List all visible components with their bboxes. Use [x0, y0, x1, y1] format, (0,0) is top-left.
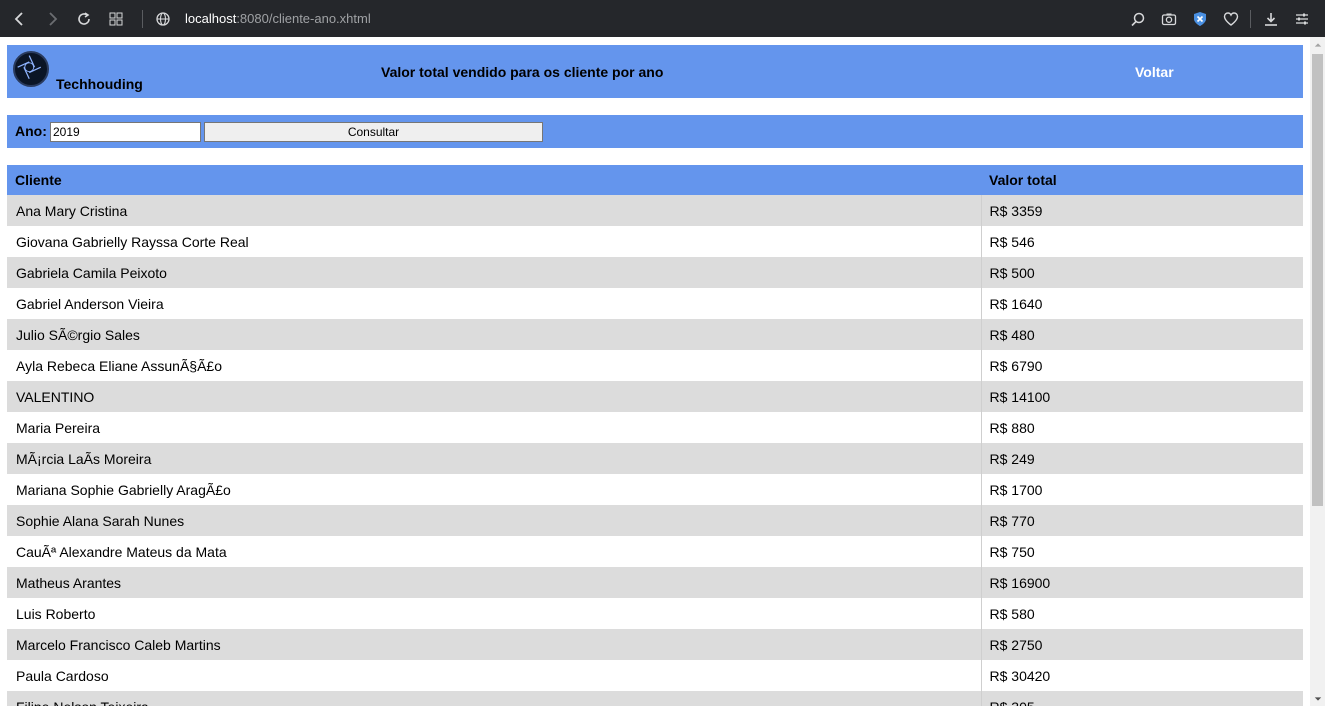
client-name-cell: Matheus Arantes: [7, 567, 981, 598]
page-title: Valor total vendido para os cliente por …: [381, 64, 664, 80]
page-viewport: Techhouding Valor total vendido para os …: [0, 37, 1310, 706]
table-row: Sophie Alana Sarah Nunes R$ 770: [7, 505, 1303, 536]
total-value-cell: R$ 770: [980, 505, 1303, 536]
total-value-cell: R$ 16900: [980, 567, 1303, 598]
year-filter-form: Ano: Consultar: [7, 115, 1303, 148]
total-value-cell: R$ 1640: [980, 288, 1303, 319]
back-link[interactable]: Voltar: [1135, 64, 1174, 80]
client-name-cell: Paula Cardoso: [7, 660, 981, 691]
table-row: MÃ¡rcia LaÃ­s Moreira R$ 249: [7, 443, 1303, 474]
total-value-cell: R$ 546: [980, 226, 1303, 257]
consult-button[interactable]: Consultar: [204, 122, 543, 142]
client-name-cell: Gabriela Camila Peixoto: [7, 257, 981, 288]
scroll-down-arrow-icon[interactable]: [1310, 691, 1325, 706]
heart-icon[interactable]: [1215, 0, 1246, 37]
total-value-cell: R$ 30420: [980, 660, 1303, 691]
client-name-cell: Gabriel Anderson Vieira: [7, 288, 981, 319]
page-header: Techhouding Valor total vendido para os …: [7, 45, 1303, 98]
vertical-scrollbar[interactable]: [1310, 37, 1325, 706]
scrollbar-thumb[interactable]: [1312, 54, 1323, 506]
table-row: Gabriel Anderson Vieira R$ 1640: [7, 288, 1303, 319]
client-name-cell: Sophie Alana Sarah Nunes: [7, 505, 981, 536]
total-value-cell: R$ 2750: [980, 629, 1303, 660]
address-bar[interactable]: localhost:8080/cliente-ano.xhtml: [153, 0, 371, 37]
forward-arrow-icon[interactable]: [36, 0, 68, 37]
table-row: Filipe Nelson TeixeiraR$ 305: [7, 691, 1303, 706]
url-host: localhost: [185, 11, 237, 26]
year-label: Ano:: [15, 123, 47, 139]
back-arrow-icon[interactable]: [4, 0, 36, 37]
client-name-cell: CauÃª Alexandre Mateus da Mata: [7, 536, 981, 567]
client-name-cell: Filipe Nelson Teixeira: [7, 691, 981, 706]
toolbar-divider: [142, 9, 143, 28]
total-value-cell: R$ 500: [980, 257, 1303, 288]
client-name-cell: VALENTINO: [7, 381, 981, 412]
scroll-up-arrow-icon[interactable]: [1310, 37, 1325, 52]
table-row: Matheus Arantes R$ 16900: [7, 567, 1303, 598]
client-name-cell: Julio SÃ©rgio Sales: [7, 319, 981, 350]
total-value-cell: R$ 1700: [980, 474, 1303, 505]
browser-toolbar: localhost:8080/cliente-ano.xhtml: [0, 0, 1325, 37]
total-value-cell: R$ 249: [980, 443, 1303, 474]
zoom-search-icon[interactable]: [1122, 0, 1153, 37]
client-name-cell: Mariana Sophie Gabrielly AragÃ£o: [7, 474, 981, 505]
client-name-cell: Maria Pereira: [7, 412, 981, 443]
table-row: VALENTINO R$ 14100: [7, 381, 1303, 412]
reload-icon[interactable]: [68, 0, 100, 37]
total-value-cell: R$ 305: [980, 691, 1303, 706]
client-name-cell: Giovana Gabrielly Rayssa Corte Real: [7, 226, 981, 257]
shield-icon[interactable]: [1184, 0, 1215, 37]
table-row: Paula Cardoso R$ 30420: [7, 660, 1303, 691]
settings-sliders-icon[interactable]: [1286, 0, 1317, 37]
techhouding-logo: [13, 51, 49, 87]
total-value-cell: R$ 14100: [980, 381, 1303, 412]
globe-icon: [153, 0, 173, 37]
url-path: :8080/cliente-ano.xhtml: [236, 11, 371, 26]
client-name-cell: Ayla Rebeca Eliane AssunÃ§Ã£o: [7, 350, 981, 381]
table-row: CauÃª Alexandre Mateus da Mata R$ 750: [7, 536, 1303, 567]
table-row: Julio SÃ©rgio Sales R$ 480: [7, 319, 1303, 350]
client-name-cell: Marcelo Francisco Caleb Martins: [7, 629, 981, 660]
client-name-cell: Ana Mary Cristina: [7, 195, 981, 226]
table-row: Ana Mary Cristina R$ 3359: [7, 195, 1303, 226]
table-row: Maria Pereira R$ 880: [7, 412, 1303, 443]
url-text: localhost:8080/cliente-ano.xhtml: [185, 11, 371, 26]
download-icon[interactable]: [1255, 0, 1286, 37]
tabs-grid-icon[interactable]: [100, 0, 132, 37]
table-header-row: Cliente Valor total: [7, 165, 1303, 195]
total-value-cell: R$ 880: [980, 412, 1303, 443]
camera-icon[interactable]: [1153, 0, 1184, 37]
year-input[interactable]: [50, 122, 201, 142]
table-row: Giovana Gabrielly Rayssa Corte Real R$ 54…: [7, 226, 1303, 257]
table-row: Ayla Rebeca Eliane AssunÃ§Ã£o R$ 6790: [7, 350, 1303, 381]
table-row: Marcelo Francisco Caleb Martins R$ 2750: [7, 629, 1303, 660]
toolbar-divider-right: [1250, 9, 1251, 28]
table-row: Luis Roberto R$ 580: [7, 598, 1303, 629]
total-value-cell: R$ 480: [980, 319, 1303, 350]
table-row: Mariana Sophie Gabrielly AragÃ£o R$ 1700: [7, 474, 1303, 505]
total-value-cell: R$ 750: [980, 536, 1303, 567]
client-name-cell: MÃ¡rcia LaÃ­s Moreira: [7, 443, 981, 474]
column-header-client: Cliente: [7, 165, 981, 195]
brand-name: Techhouding: [56, 76, 143, 92]
client-totals-table: Cliente Valor total Ana Mary Cristina R$ …: [7, 165, 1303, 706]
client-name-cell: Luis Roberto: [7, 598, 981, 629]
total-value-cell: R$ 6790: [980, 350, 1303, 381]
table-row: Gabriela Camila Peixoto R$ 500: [7, 257, 1303, 288]
column-header-total: Valor total: [981, 165, 1303, 195]
table-body: Ana Mary Cristina R$ 3359 Giovana Gabriell…: [7, 195, 1303, 706]
total-value-cell: R$ 3359: [980, 195, 1303, 226]
total-value-cell: R$ 580: [980, 598, 1303, 629]
